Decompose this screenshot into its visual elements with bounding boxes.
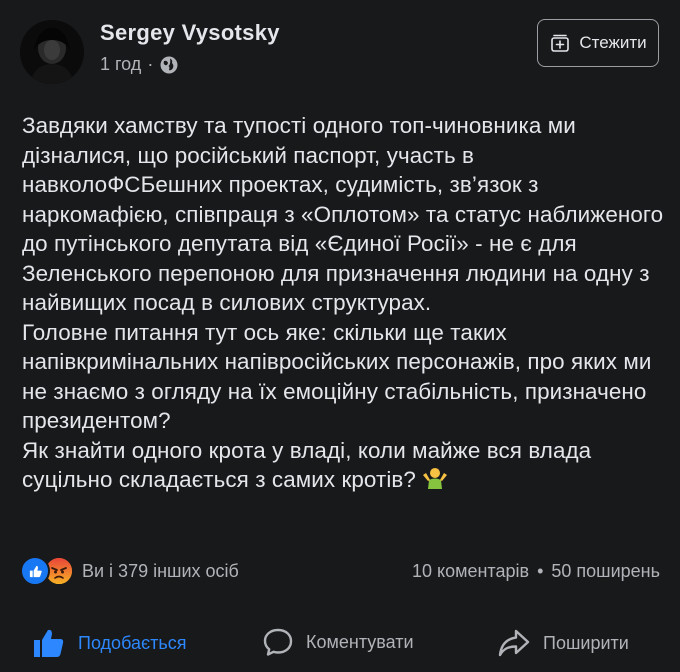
reactors-text[interactable]: Ви і 379 інших осіб [82,561,239,582]
post-body: Завдяки хамству та тупості одного топ-чи… [22,111,668,495]
person-shrugging-emoji-icon [422,465,448,491]
globe-icon [159,55,179,75]
post-paragraph: Завдяки хамству та тупості одного топ-чи… [22,113,664,315]
post-meta: 1 год · [100,54,179,75]
post-header: Sergey Vysotsky 1 год · Стежити [0,0,680,100]
comment-label: Коментувати [306,631,414,652]
follow-button[interactable]: Стежити [537,19,659,67]
post-paragraph-last: Як знайти одного крота у владі, коли май… [22,436,668,495]
like-button[interactable]: Подобається [32,626,187,660]
post-stats: Ви і 379 інших осіб 10 коментарів • 50 п… [0,552,680,588]
comments-count[interactable]: 10 коментарів [412,561,529,582]
shares-count[interactable]: 50 поширень [551,561,660,582]
like-label: Подобається [78,632,187,653]
thumbs-up-icon [34,629,64,657]
action-bar: Подобається Коментувати Поширити [0,612,680,672]
avatar[interactable] [20,20,84,84]
comment-button[interactable]: Коментувати [262,626,414,658]
share-button[interactable]: Поширити [497,626,629,660]
counts-separator: • [537,561,544,581]
engagement-counts: 10 коментарів • 50 поширень [412,561,660,582]
post-paragraph: Головне питання тут ось яке: скільки ще … [22,319,652,434]
comment-bubble-icon [263,628,293,656]
share-arrow-icon [498,629,530,657]
like-reaction-icon [20,556,50,586]
share-label: Поширити [543,632,629,653]
post-time[interactable]: 1 год [100,54,141,75]
meta-separator: · [147,54,154,74]
follow-label: Стежити [579,33,647,52]
follow-icon [549,32,571,54]
reactions-summary[interactable]: Ви і 379 інших осіб [20,556,239,586]
author-name[interactable]: Sergey Vysotsky [100,20,280,46]
post-paragraph-text: Як знайти одного крота у владі, коли май… [22,437,592,493]
